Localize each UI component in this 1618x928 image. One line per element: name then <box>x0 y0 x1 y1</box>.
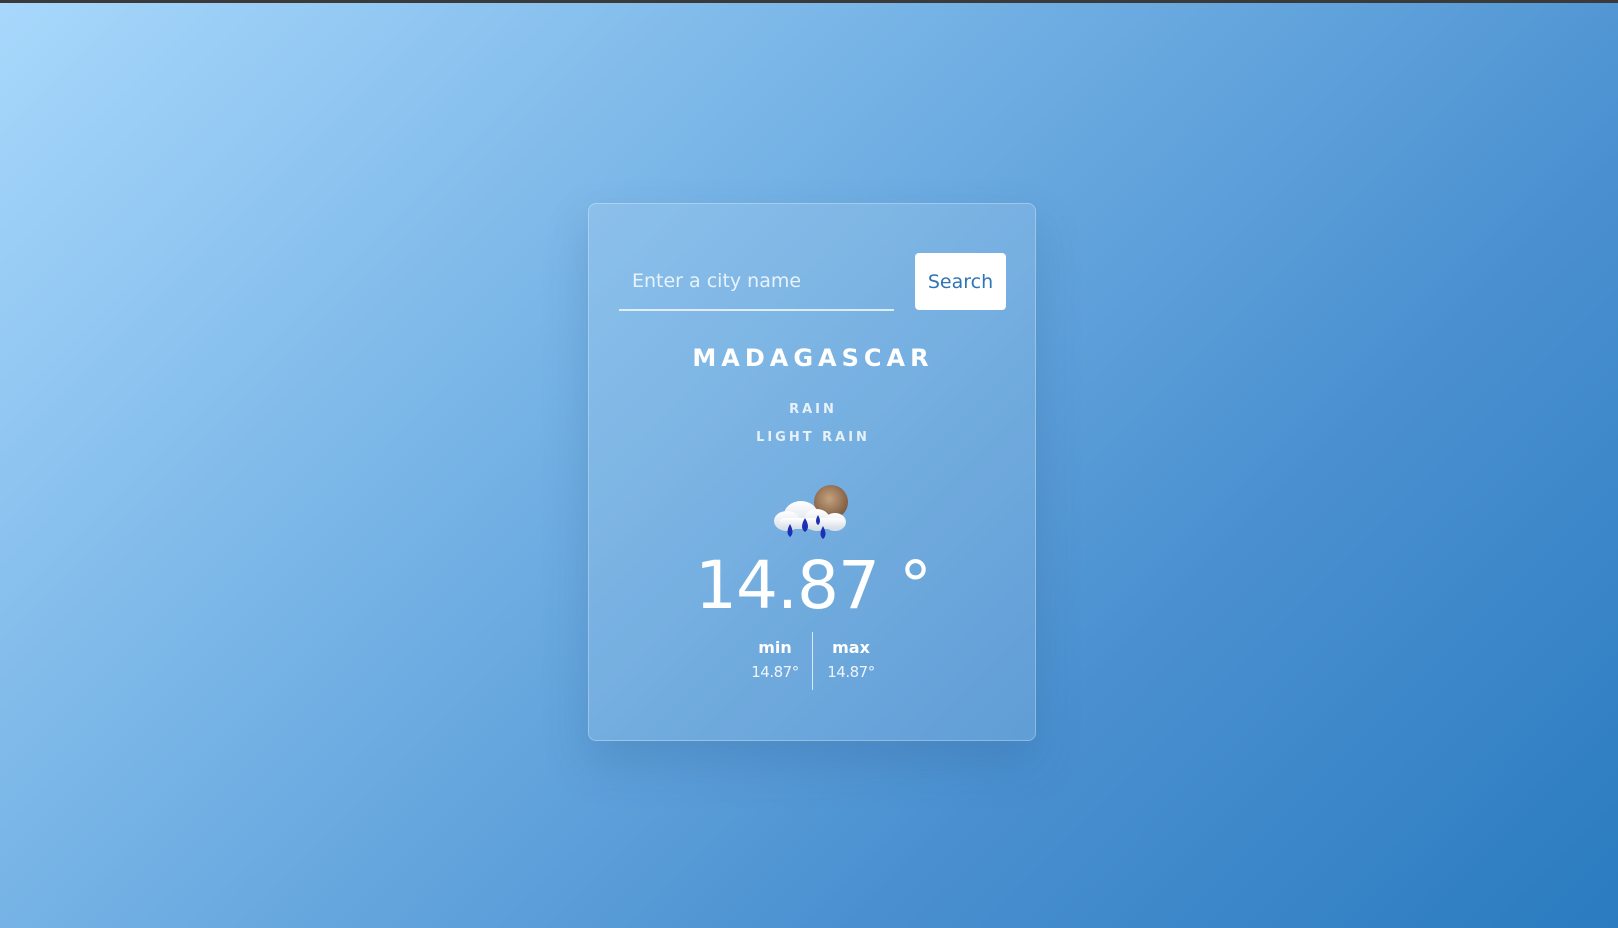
weather-main: RAIN <box>789 402 837 417</box>
temperature-value: 14.87 ° <box>695 547 932 624</box>
weather-description: LIGHT RAIN <box>756 430 870 445</box>
search-button[interactable]: Search <box>915 253 1006 310</box>
weather-card: Search MADAGASCAR RAIN LIGHT RAIN <box>588 203 1036 741</box>
search-bar: Search <box>619 253 1007 313</box>
min-max-panel: min 14.87° max 14.87° <box>739 632 887 690</box>
max-temperature: max 14.87° <box>815 632 887 682</box>
min-max-divider <box>812 632 813 690</box>
city-name: MADAGASCAR <box>692 344 934 372</box>
max-value: 14.87° <box>827 663 875 681</box>
min-value: 14.87° <box>751 663 799 681</box>
city-search-input[interactable] <box>619 253 894 311</box>
max-label: max <box>832 638 870 657</box>
cloud-rain-sun-icon <box>769 482 857 544</box>
min-temperature: min 14.87° <box>739 632 811 682</box>
browser-top-edge <box>0 0 1618 3</box>
min-label: min <box>758 638 792 657</box>
